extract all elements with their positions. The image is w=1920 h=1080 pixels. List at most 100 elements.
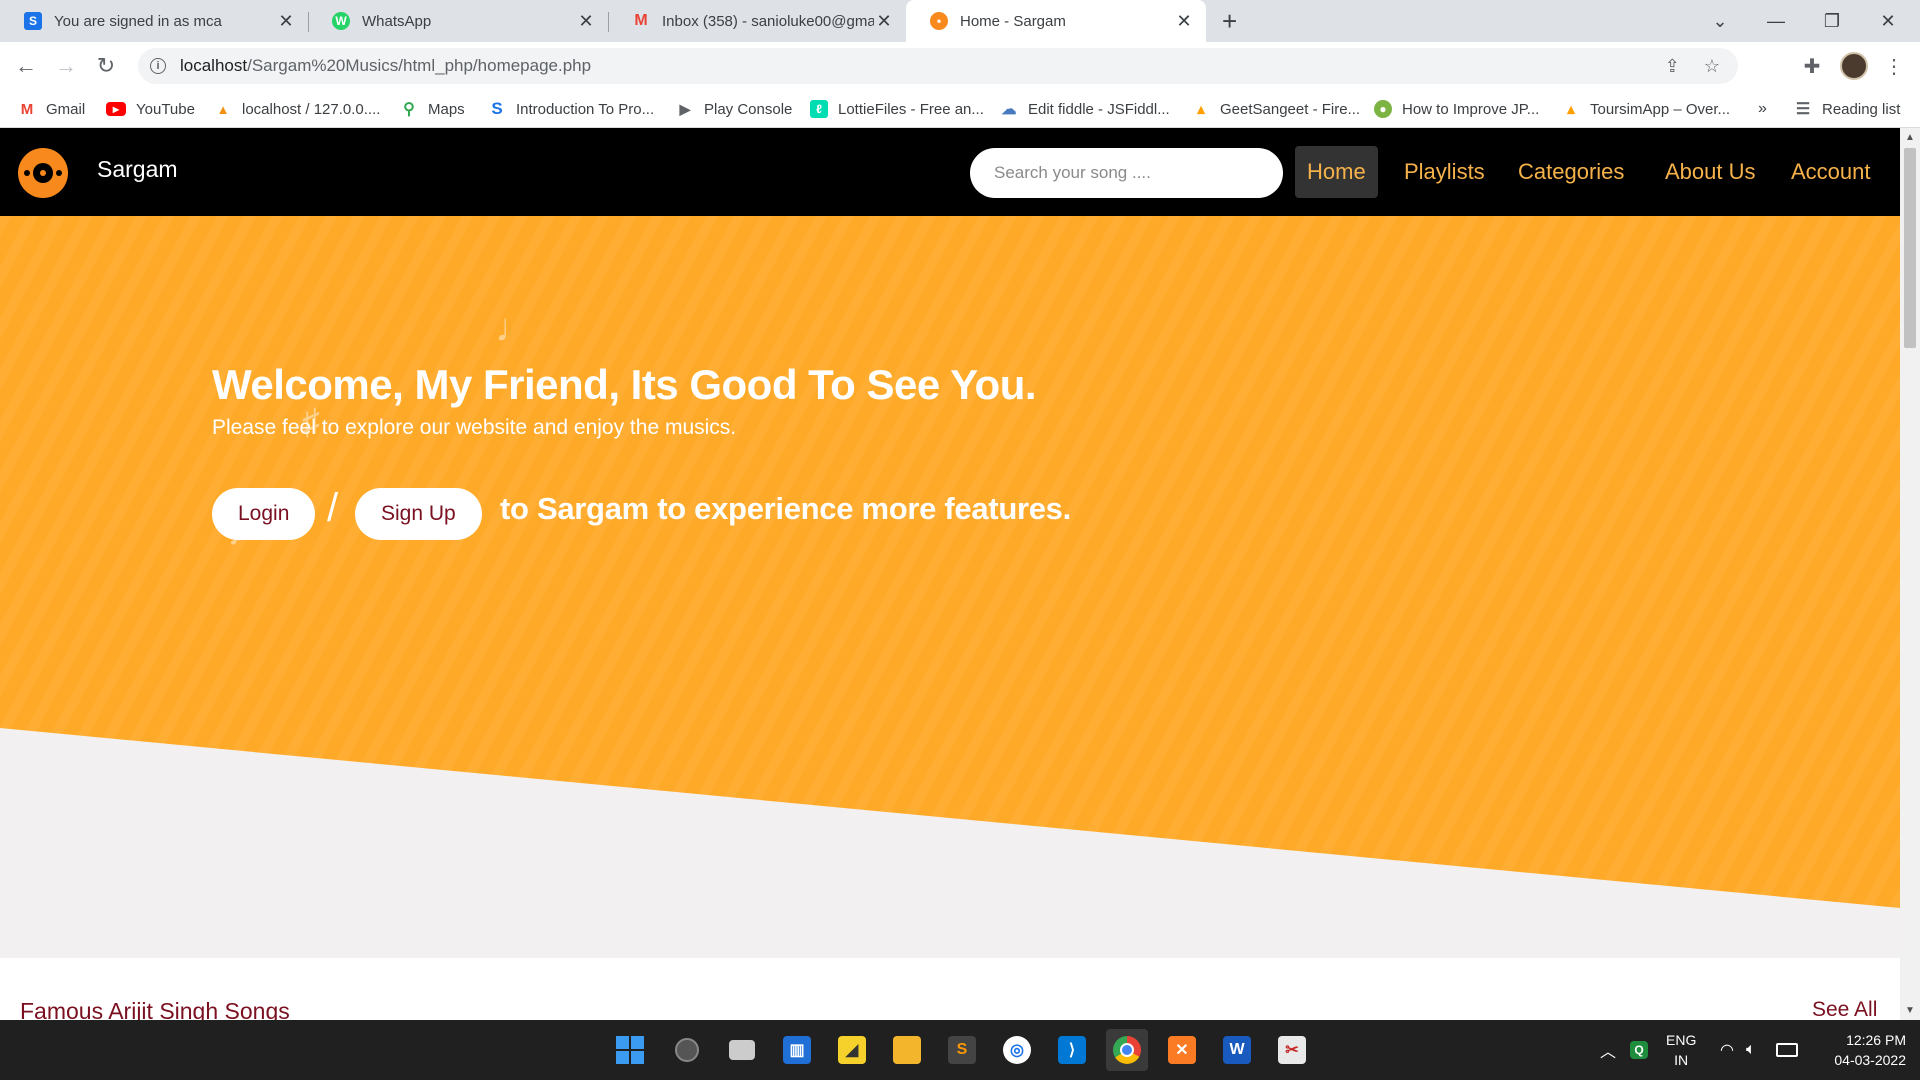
vscode-button[interactable]: ⟩ [1051,1029,1093,1071]
bookmark-star-icon[interactable]: ☆ [1704,56,1720,77]
nav-about-us[interactable]: About Us [1653,146,1768,198]
show-hidden-icons[interactable]: ︿ [1600,1020,1616,1080]
see-all-link[interactable]: See All [1812,998,1877,1020]
search-taskbar-button[interactable] [666,1029,708,1071]
bookmark-gmail[interactable]: M Gmail [18,90,85,128]
word-button[interactable]: W [1216,1029,1258,1071]
address-bar[interactable]: i localhost/Sargam%20Musics/html_php/hom… [138,48,1738,84]
widgets-icon: ▥ [783,1036,811,1064]
reading-list-button[interactable]: ☰ Reading list [1794,90,1901,128]
scroll-down-icon[interactable]: ▼ [1900,1005,1920,1016]
nav-account[interactable]: Account [1779,146,1883,198]
tray-app[interactable]: Q [1630,1020,1648,1080]
login-signup-separator: / [327,486,339,530]
hero-background [0,216,1900,908]
tab-gmail[interactable]: M Inbox (358) - sanioluke00@gmail ✕ [608,0,906,42]
task-view-button[interactable] [721,1029,763,1071]
bookmark-localhost[interactable]: ▲ localhost / 127.0.0.... [214,90,381,128]
speaker-muted-icon[interactable]: 🔈︎ [1746,1020,1756,1080]
file-explorer-button[interactable] [886,1029,928,1071]
search-icon [675,1038,699,1062]
sublime-text-icon: S [948,1036,976,1064]
bookmark-label: localhost / 127.0.0.... [242,100,381,118]
new-tab-icon[interactable]: + [1222,6,1237,37]
sargam-favicon-icon: • [930,12,948,30]
bookmark-tourismapp[interactable]: ▴ ToursimApp – Over... [1562,90,1730,128]
start-button[interactable] [609,1029,651,1071]
close-icon[interactable]: ✕ [576,11,596,32]
sargam-logo-icon[interactable] [18,148,68,198]
bookmark-label: Gmail [46,100,86,118]
site-info-icon[interactable]: i [150,58,166,74]
bookmark-label: Maps [428,100,465,118]
bookmark-label: YouTube [136,100,195,118]
snipping-tool-button[interactable]: ✂ [1271,1029,1313,1071]
bookmark-jsfiddle[interactable]: ☁ Edit fiddle - JSFiddl... [1000,90,1170,128]
forward-arrow-icon[interactable]: → [50,50,82,82]
tab-whatsapp[interactable]: W WhatsApp ✕ [308,0,608,42]
profile-avatar[interactable] [1838,50,1870,82]
kebab-menu-icon[interactable]: ⋮ [1880,50,1908,82]
reading-list-label: Reading list [1822,100,1901,118]
scroll-up-icon[interactable]: ▲ [1900,132,1920,143]
phpmyadmin-icon: ▲ [216,101,230,117]
bookmark-improve-jp[interactable]: ● How to Improve JP... [1374,90,1539,128]
windows-logo-icon [616,1036,644,1064]
widgets-button[interactable]: ▥ [776,1029,818,1071]
login-button[interactable]: Login [212,488,316,540]
lottiefiles-icon: ℓ [810,100,828,118]
minimize-icon[interactable]: — [1748,0,1804,42]
wifi-icon[interactable]: ◠ [1720,1020,1734,1080]
restore-icon[interactable]: ❐ [1804,0,1860,42]
scrollbar-thumb[interactable] [1904,148,1916,348]
sticky-notes-button[interactable]: ◢ [831,1029,873,1071]
avatar [1840,52,1868,80]
signup-button[interactable]: Sign Up [355,488,482,540]
tab-search-chevron-icon[interactable]: ⌄ [1692,0,1748,42]
omnibox-actions: ⇪ ☆ [1665,48,1720,84]
app-button[interactable]: ◎ [996,1029,1038,1071]
url-host: localhost [180,56,248,75]
bookmark-youtube[interactable]: ▶ YouTube [106,90,195,128]
chrome-button[interactable] [1106,1029,1148,1071]
url-text: localhost/Sargam%20Musics/html_php/homep… [180,56,591,76]
sublime-text-button[interactable]: S [941,1029,983,1071]
logo-dot [56,170,62,176]
brand-name[interactable]: Sargam [97,156,178,183]
close-icon[interactable]: ✕ [874,11,894,32]
extensions-puzzle-icon[interactable]: ✚ [1796,50,1828,82]
gmail-icon: M [634,12,648,29]
bookmark-play-console[interactable]: ▶ Play Console [676,90,793,128]
window-close-icon[interactable]: ✕ [1860,0,1916,42]
site-icon: ● [1374,100,1392,118]
taskbar-clock[interactable]: 12:26 PM 04-03-2022 [1806,1030,1906,1070]
share-icon[interactable]: ⇪ [1665,56,1680,77]
close-icon[interactable]: ✕ [1174,11,1194,32]
xampp-icon: ✕ [1168,1036,1196,1064]
song-search-input[interactable] [970,148,1283,198]
tab-favicon-icon: S [24,12,42,30]
nav-home[interactable]: Home [1295,146,1378,198]
tab-home-sargam[interactable]: • Home - Sargam ✕ [906,0,1206,42]
page-scrollbar[interactable]: ▲ ▼ [1900,128,1920,1020]
back-arrow-icon[interactable]: ← [10,50,42,82]
nav-categories[interactable]: Categories [1506,146,1636,198]
folder-icon [893,1036,921,1064]
tab-title: You are signed in as mca [54,12,222,30]
close-icon[interactable]: ✕ [276,11,296,32]
bookmark-introduction[interactable]: S Introduction To Pro... [488,90,654,128]
browser-tab-strip: S You are signed in as mca ✕ W WhatsApp … [0,0,1920,42]
bookmarks-overflow-icon[interactable]: » [1758,90,1767,128]
tab-signed-in[interactable]: S You are signed in as mca ✕ [0,0,308,42]
battery-icon[interactable] [1776,1020,1798,1080]
bookmark-geetsangeet[interactable]: ▴ GeetSangeet - Fire... [1192,90,1360,128]
xampp-button[interactable]: ✕ [1161,1029,1203,1071]
section-title: Famous Arijit Singh Songs [20,998,290,1020]
tab-title: WhatsApp [362,12,432,30]
bookmark-maps[interactable]: ⚲ Maps [400,90,465,128]
page-viewport: Sargam Home Playlists Categories About U… [0,128,1900,1020]
language-indicator[interactable]: ENG IN [1666,1020,1696,1080]
bookmark-lottiefiles[interactable]: ℓ LottieFiles - Free an... [810,90,984,128]
reload-icon[interactable]: ↻ [90,50,122,82]
nav-playlists[interactable]: Playlists [1392,146,1497,198]
